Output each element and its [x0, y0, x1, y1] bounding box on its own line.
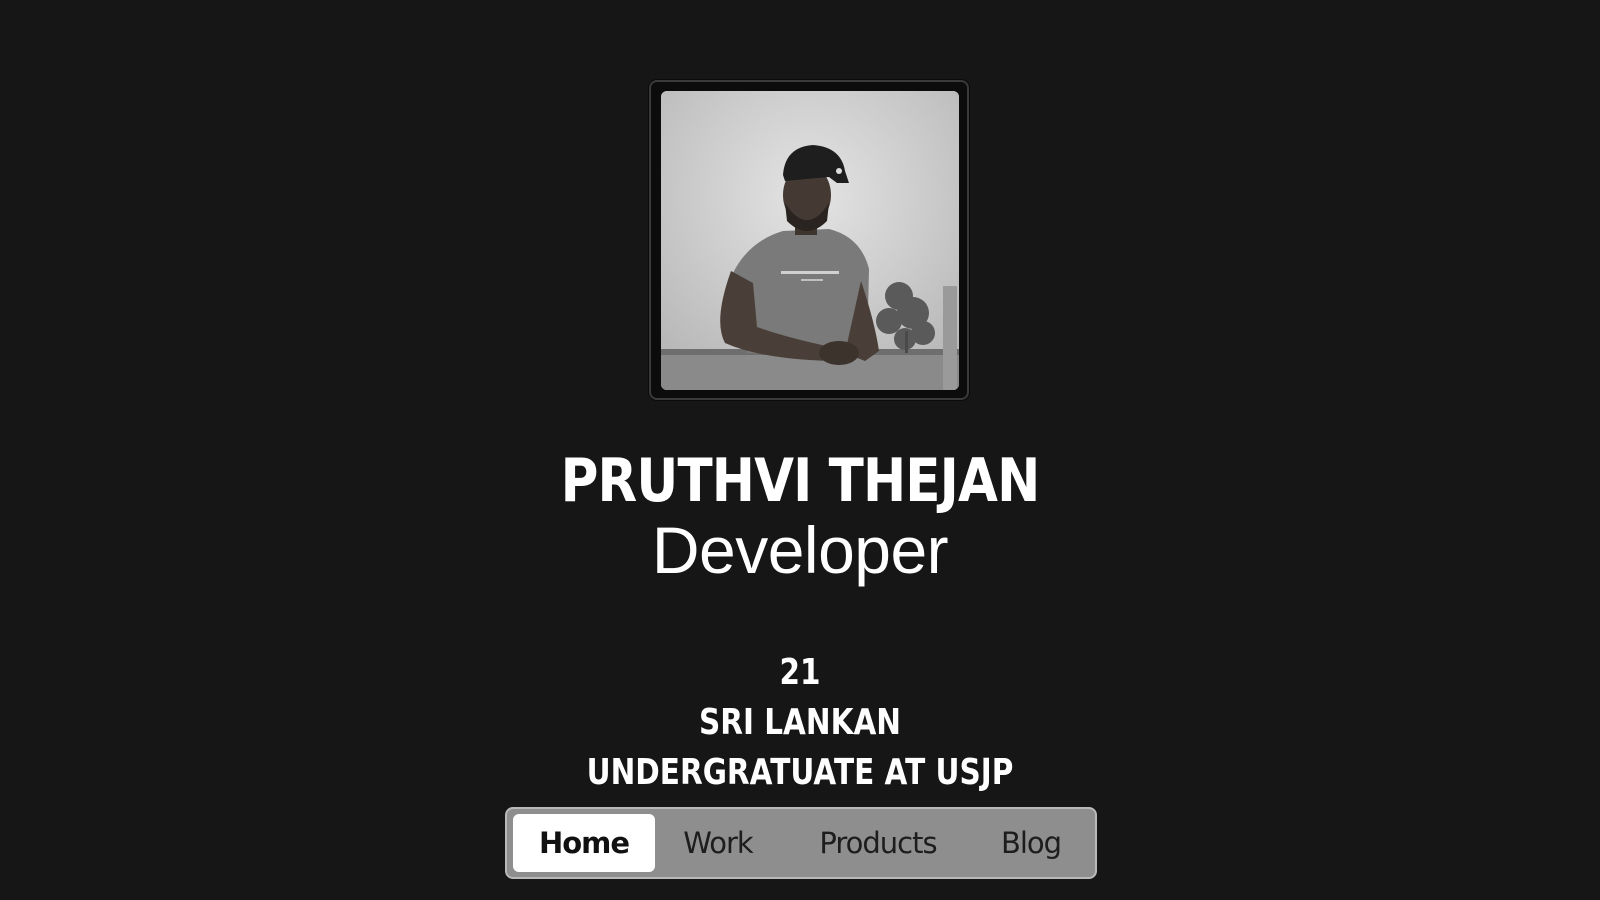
nav-blog[interactable]: Blog: [975, 814, 1087, 872]
fact-education: Undergratuate at USJP: [586, 752, 1014, 793]
fact-nationality: Sri Lankan: [698, 702, 902, 743]
nav-home[interactable]: Home: [513, 814, 655, 872]
profile-facts: 21 Sri Lankan Undergratuate at USJP: [0, 648, 1600, 798]
profile-photo-frame: [649, 80, 969, 400]
portrait-image: [661, 91, 959, 390]
profile-role: Developer: [651, 513, 949, 587]
main-nav: Home Work Products Blog: [505, 807, 1097, 879]
profile-photo: [661, 91, 959, 390]
profile-name: Pruthvi Thejan: [560, 446, 1041, 516]
nav-work[interactable]: Work: [655, 814, 781, 872]
nav-products[interactable]: Products: [781, 814, 975, 872]
page: Pruthvi Thejan Developer 21 Sri Lankan U…: [0, 0, 1600, 900]
fact-age: 21: [779, 652, 821, 693]
